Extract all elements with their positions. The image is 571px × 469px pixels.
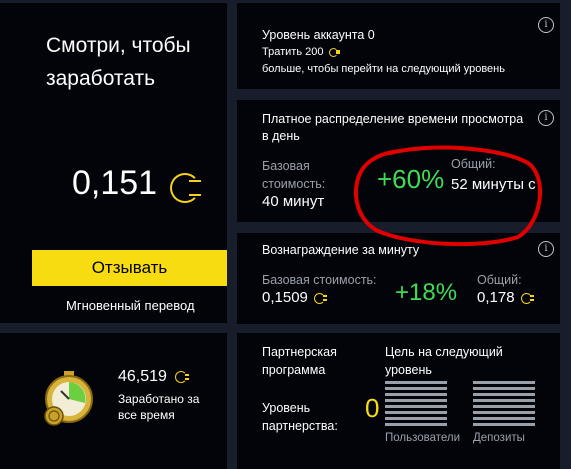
watch-panel: Смотри, чтобы заработать 0,151 Отзывать … [0, 3, 227, 323]
coin-icon [314, 292, 328, 304]
level-panel: Уровень аккаунта 0 Тратить 200 больше, ч… [237, 3, 560, 89]
stopwatch-icon [40, 369, 100, 429]
users-label: Пользователи [385, 432, 461, 444]
time-base-value: 40 минут [262, 193, 325, 210]
transfer-label: Мгновенный перевод [66, 298, 195, 313]
coin-icon [169, 172, 201, 203]
time-title: Платное распределение времени просмотра … [262, 112, 524, 143]
watch-title: Смотри, чтобы заработать [46, 34, 191, 90]
level-spend-text: Тратить 200 [262, 46, 324, 58]
partner-panel: Партнерская программа Уровень партнерств… [237, 333, 560, 469]
reward-total-label: Общий: [477, 273, 522, 287]
users-bar [385, 381, 447, 426]
level-title: Уровень аккаунта 0 [262, 28, 375, 42]
level-next: больше, чтобы перейти на следующий урове… [262, 63, 505, 75]
reward-bonus: +18% [395, 279, 458, 306]
time-base-label: Базовая стоимость: [262, 159, 326, 191]
reward-total-value: 0,178 [477, 289, 515, 306]
partner-level-value: 0 [365, 393, 380, 423]
coin-icon [328, 47, 340, 57]
reward-total: 0,178 [477, 289, 534, 306]
partner-level-label: Уровень партнерства: [262, 401, 338, 433]
withdraw-button[interactable]: Отзывать [32, 250, 227, 286]
earned-amount-row: 46,519 [118, 368, 190, 386]
red-annotation-circle [353, 145, 543, 247]
deposits-bar [473, 381, 535, 426]
info-icon[interactable]: i [538, 17, 554, 33]
coin-icon [520, 292, 534, 304]
info-icon[interactable]: i [538, 110, 554, 126]
reward-base: 0,1509 [262, 289, 328, 306]
partner-title: Партнерская программа [262, 345, 337, 377]
watch-amount: 0,151 [72, 164, 158, 202]
coin-icon [175, 370, 190, 383]
watch-balance: 0,151 [72, 161, 201, 205]
level-spend: Тратить 200 [262, 46, 340, 58]
earned-amount: 46,519 [118, 368, 167, 385]
earned-panel: 46,519 Заработано за все время [0, 333, 227, 469]
goal-title: Цель на следующий уровень [385, 345, 503, 377]
reward-base-value: 0,1509 [262, 289, 308, 306]
earned-label: Заработано за все время [118, 392, 200, 422]
deposits-label: Депозиты [473, 432, 525, 444]
reward-base-label: Базовая стоимость: [262, 273, 377, 287]
